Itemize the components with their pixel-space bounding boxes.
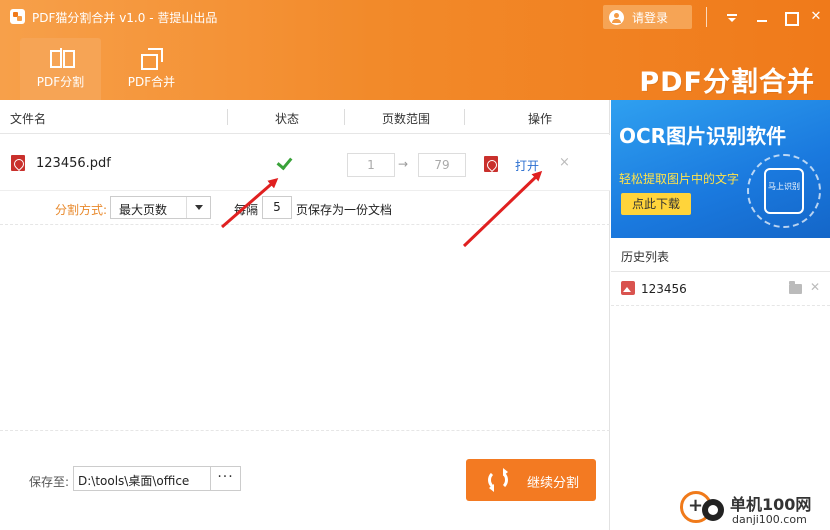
title-bar-divider — [706, 7, 707, 27]
tab-pdf-split-label: PDF分割 — [36, 75, 85, 89]
history-item[interactable]: 123456 ✕ — [611, 272, 830, 306]
watermark-name: 单机100网 — [730, 495, 812, 514]
col-page-range: 页数范围 — [382, 112, 431, 126]
chevron-down-icon[interactable] — [186, 197, 210, 218]
col-divider — [344, 109, 345, 125]
continue-split-button[interactable]: 继续分割 — [466, 459, 596, 501]
range-arrow: → — [398, 157, 409, 171]
check-icon — [278, 154, 294, 170]
minimize-icon[interactable] — [752, 6, 772, 28]
folder-icon[interactable] — [789, 281, 802, 294]
split-mode-select[interactable]: 最大页数 — [110, 196, 211, 219]
title-bar: PDF猫分割合并 v1.0 - 菩提山出品 请登录 ✕ — [0, 0, 830, 34]
login-button[interactable]: 请登录 — [603, 5, 692, 29]
col-status: 状态 — [275, 112, 300, 126]
watermark-logo-mark — [702, 499, 724, 521]
tab-pdf-merge[interactable]: PDF合并 — [111, 38, 192, 100]
ad-badge: 马上识别 — [764, 168, 804, 214]
ad-subtitle: 轻松提取图片中的文字 — [619, 172, 740, 186]
split-options: 分割方式: 最大页数 每隔 5 页保存为一份文档 — [0, 191, 610, 225]
range-end-input[interactable]: 79 — [418, 153, 466, 177]
pdf-file-icon — [11, 155, 25, 171]
banner-title: PDF分割合并 — [639, 67, 815, 98]
open-link[interactable]: 打开 — [515, 157, 539, 174]
footer-divider — [0, 430, 610, 431]
range-start-input[interactable]: 1 — [347, 153, 395, 177]
split-mode-label: 分割方式: — [55, 203, 108, 217]
image-file-icon — [621, 281, 635, 295]
app-logo-icon — [10, 9, 25, 24]
remove-row-icon[interactable]: × — [559, 155, 570, 170]
tab-pdf-split[interactable]: PDF分割 — [20, 38, 101, 100]
menu-dropdown-icon[interactable] — [722, 6, 742, 28]
tab-pdf-merge-label: PDF合并 — [127, 75, 176, 89]
watermark-url: danji100.com — [732, 513, 807, 526]
app-header: PDF猫分割合并 v1.0 - 菩提山出品 请登录 ✕ PDF分割 PDF合并 … — [0, 0, 830, 100]
pdf-open-icon[interactable] — [484, 156, 498, 172]
history-title: 历史列表 — [621, 250, 670, 264]
table-row[interactable]: 123456.pdf 1 → 79 打开 × — [0, 135, 610, 191]
col-divider — [464, 109, 465, 125]
delete-icon[interactable]: ✕ — [810, 280, 820, 294]
save-to-label: 保存至: — [29, 475, 70, 489]
close-icon[interactable]: ✕ — [806, 6, 826, 28]
pdf-split-merge-app: PDF猫分割合并 v1.0 - 菩提山出品 请登录 ✕ PDF分割 PDF合并 … — [0, 0, 830, 530]
ad-download-button[interactable]: 点此下载 — [621, 193, 691, 215]
col-file-name: 文件名 — [10, 112, 47, 126]
col-divider — [227, 109, 228, 125]
browse-button[interactable]: ··· — [210, 467, 240, 490]
user-icon — [609, 9, 624, 25]
merge-icon — [141, 48, 163, 70]
maximize-icon[interactable] — [780, 6, 800, 28]
refresh-icon — [488, 468, 508, 492]
table-header: 文件名 状态 页数范围 操作 — [0, 100, 610, 134]
ocr-ad-banner[interactable]: OCR图片识别软件 轻松提取图片中的文字 点此下载 马上识别 — [611, 100, 830, 238]
save-per-label: 页保存为一份文档 — [296, 203, 393, 217]
save-path-field[interactable]: D:\tools\桌面\office ··· — [73, 466, 241, 491]
split-icon — [50, 48, 75, 68]
window-title: PDF猫分割合并 v1.0 - 菩提山出品 — [32, 11, 218, 25]
main-panel: 文件名 状态 页数范围 操作 123456.pdf 1 → 79 打开 × 分割… — [0, 100, 610, 530]
page-count-input[interactable]: 5 — [262, 196, 292, 219]
site-watermark: 单机100网 danji100.com — [680, 489, 830, 530]
col-action: 操作 — [528, 112, 553, 126]
continue-split-label: 继续分割 — [527, 476, 580, 491]
login-label: 请登录 — [632, 10, 669, 25]
file-name: 123456.pdf — [36, 156, 111, 171]
ad-title: OCR图片识别软件 — [619, 124, 787, 148]
split-mode-value: 最大页数 — [119, 203, 168, 217]
every-label: 每隔 — [234, 203, 259, 217]
history-item-name: 123456 — [641, 282, 687, 296]
save-path-value: D:\tools\桌面\office — [78, 474, 190, 488]
side-panel: OCR图片识别软件 轻松提取图片中的文字 点此下载 马上识别 历史列表 1234… — [611, 100, 830, 530]
